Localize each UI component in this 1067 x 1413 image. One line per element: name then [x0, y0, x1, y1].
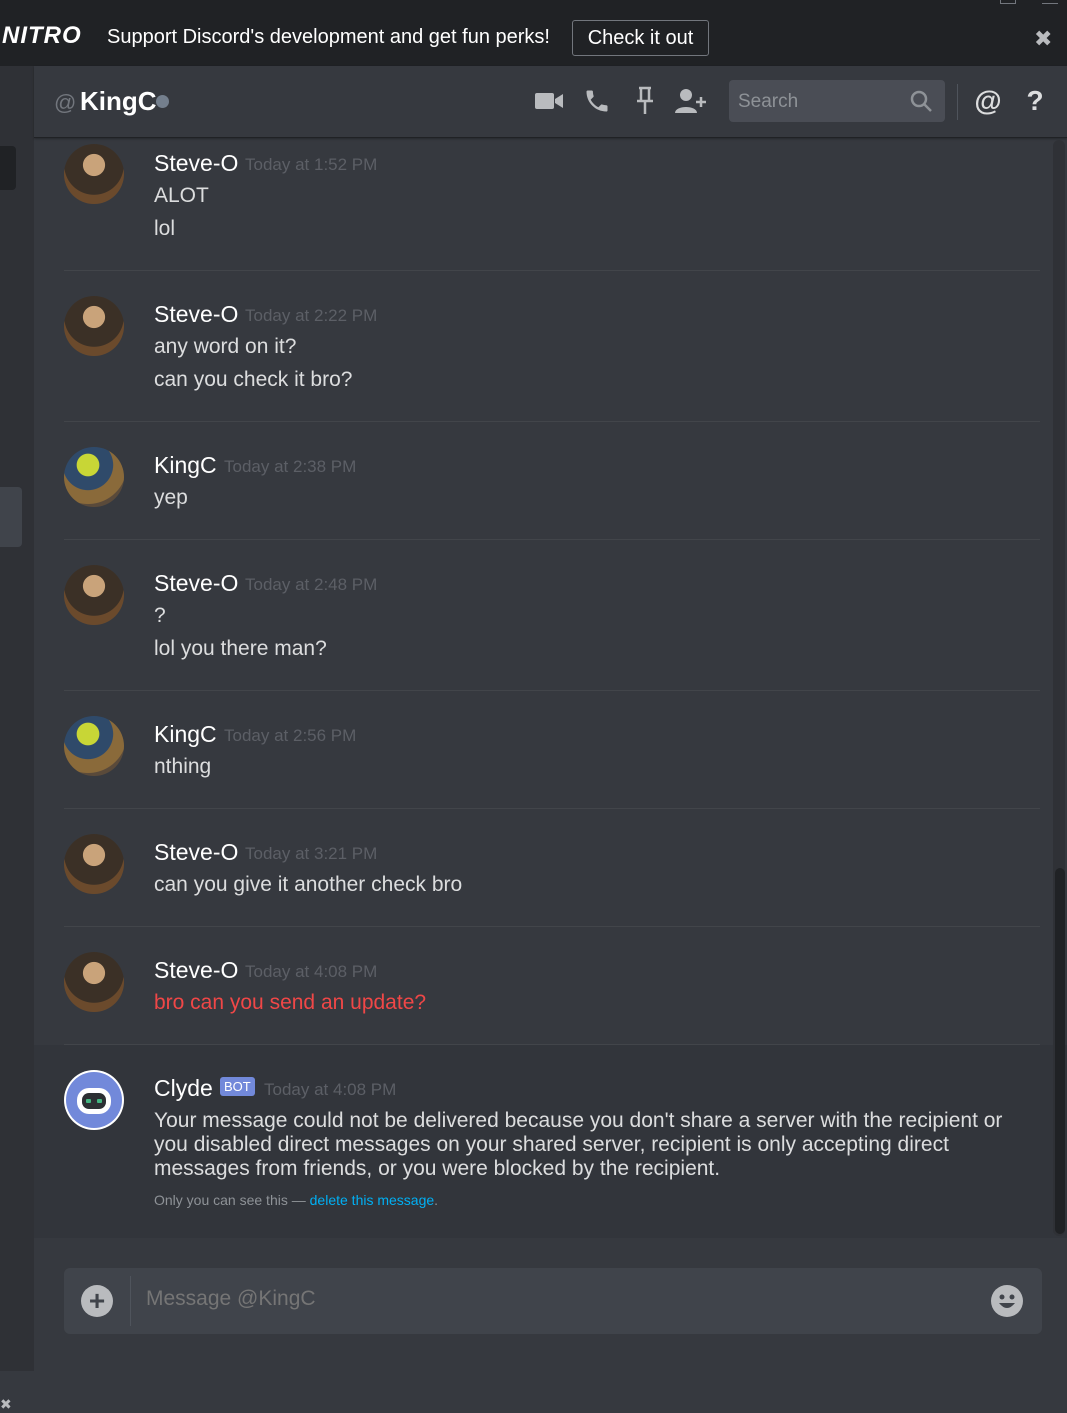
failed-message-text: bro can you send an update?: [154, 991, 427, 1014]
username[interactable]: Steve-O: [154, 301, 238, 328]
close-icon[interactable]: ✖: [1034, 28, 1052, 50]
search-input[interactable]: Search: [729, 80, 945, 122]
timestamp: Today at 2:48 PM: [245, 575, 378, 594]
message-text: lol you there man?: [154, 637, 327, 660]
ephemeral-suffix: .: [434, 1192, 439, 1208]
emoji-icon[interactable]: [991, 1285, 1023, 1317]
message-text: ?: [154, 604, 166, 627]
username[interactable]: Steve-O: [154, 957, 238, 984]
timestamp: Today at 3:21 PM: [245, 844, 378, 863]
mentions-icon[interactable]: @: [971, 84, 1005, 118]
upload-plus-button[interactable]: +: [81, 1285, 113, 1317]
delete-message-link[interactable]: delete this message: [310, 1192, 435, 1208]
message-text: can you give it another check bro: [154, 873, 463, 896]
scrollbar-thumb[interactable]: [1055, 868, 1065, 1234]
sidebar-selected-item[interactable]: [0, 487, 22, 547]
window-close-icon[interactable]: [1042, 0, 1058, 4]
sidebar-close-icon[interactable]: ✖: [0, 1396, 12, 1413]
check-it-out-button[interactable]: Check it out: [572, 20, 709, 56]
add-friend-icon[interactable]: [674, 84, 708, 118]
message-group: KingC Today at 2:56 PM nthing: [64, 691, 1040, 809]
message-text: lol: [154, 217, 176, 240]
message-list: Steve-O Today at 1:52 PM ALOT lol Steve-…: [34, 138, 1067, 1248]
ephemeral-note: Only you can see this — delete this mess…: [154, 1192, 438, 1208]
clyde-avatar[interactable]: [64, 1070, 124, 1130]
nitro-logo: NITRO: [2, 22, 82, 49]
plus-icon: +: [88, 1285, 106, 1316]
timestamp: Today at 2:56 PM: [224, 726, 357, 745]
video-call-icon[interactable]: [532, 84, 566, 118]
search-placeholder: Search: [738, 91, 799, 112]
username[interactable]: Steve-O: [154, 570, 238, 597]
clyde-message-text: Your message could not be delivered beca…: [154, 1109, 1003, 1180]
message-text: yep: [154, 486, 188, 509]
message-group: Steve-O Today at 2:22 PM any word on it?…: [64, 271, 1040, 422]
header-divider: [957, 84, 958, 120]
message-text: any word on it?: [154, 335, 297, 358]
voice-call-icon[interactable]: [580, 84, 614, 118]
search-icon[interactable]: [909, 89, 933, 118]
window-maximize-icon[interactable]: [1000, 0, 1016, 4]
avatar[interactable]: [64, 296, 124, 356]
avatar[interactable]: [64, 565, 124, 625]
timestamp: Today at 4:08 PM: [264, 1080, 397, 1099]
status-dot: [156, 95, 169, 108]
username[interactable]: KingC: [154, 721, 217, 748]
message-group: Steve-O Today at 2:48 PM ? lol you there…: [64, 540, 1040, 691]
avatar[interactable]: [64, 952, 124, 1012]
message-input[interactable]: [146, 1287, 966, 1311]
channel-sidebar-edge: ✖: [0, 66, 34, 1412]
bot-tag: BOT: [220, 1077, 255, 1096]
message-group: Steve-O Today at 3:21 PM can you give it…: [64, 809, 1040, 927]
channel-title: KingC: [80, 86, 157, 116]
sidebar-element[interactable]: [0, 146, 16, 190]
avatar[interactable]: [64, 447, 124, 507]
timestamp: Today at 4:08 PM: [245, 962, 378, 981]
pin-icon[interactable]: [628, 84, 662, 118]
message-group: Steve-O Today at 4:08 PM bro can you sen…: [64, 927, 1040, 1045]
help-icon[interactable]: ?: [1018, 84, 1052, 118]
message-text: can you check it bro?: [154, 368, 353, 391]
timestamp: Today at 2:22 PM: [245, 306, 378, 325]
message-composer: +: [64, 1268, 1042, 1334]
nitro-promo-text: Support Discord's development and get fu…: [107, 26, 550, 48]
ephemeral-text: Only you can see this —: [154, 1192, 310, 1208]
username[interactable]: Steve-O: [154, 150, 238, 177]
message-text: nthing: [154, 755, 212, 778]
avatar[interactable]: [64, 144, 124, 204]
channel-header: @ KingC Search @ ?: [34, 66, 1067, 138]
message-group: KingC Today at 2:38 PM yep: [64, 422, 1040, 540]
timestamp: Today at 1:52 PM: [245, 155, 378, 174]
avatar[interactable]: [64, 834, 124, 894]
message-group: Steve-O Today at 1:52 PM ALOT lol: [64, 138, 1040, 271]
username[interactable]: KingC: [154, 452, 217, 479]
at-icon: @: [54, 90, 77, 115]
avatar[interactable]: [64, 716, 124, 776]
composer-divider: [130, 1276, 131, 1326]
timestamp: Today at 2:38 PM: [224, 457, 357, 476]
nitro-promo-bar: NITRO Support Discord's development and …: [0, 0, 1067, 66]
message-text: ALOT: [154, 184, 209, 207]
username[interactable]: Clyde: [154, 1075, 213, 1102]
username[interactable]: Steve-O: [154, 839, 238, 866]
